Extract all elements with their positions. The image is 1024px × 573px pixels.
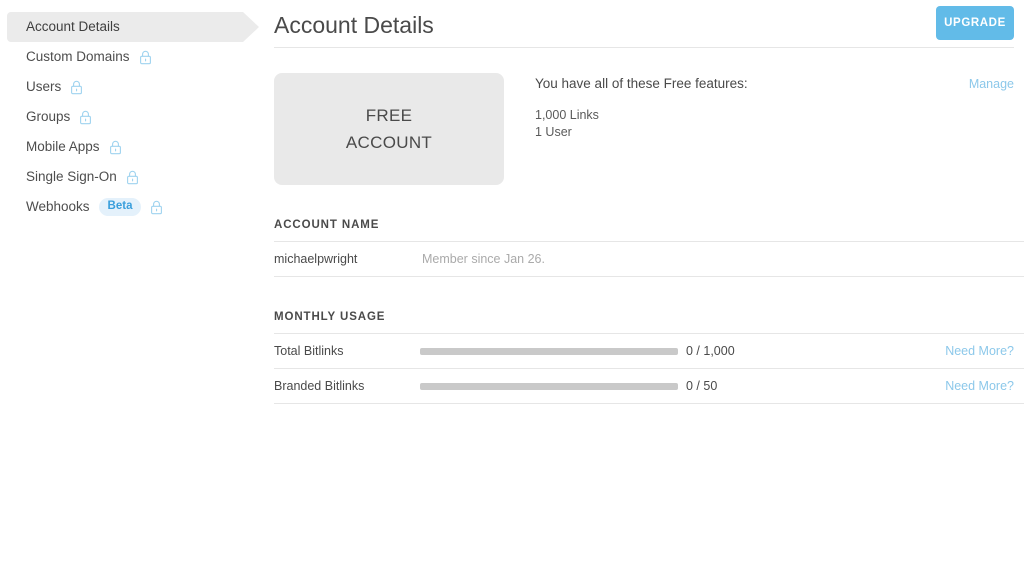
plan-card-line-1: FREE bbox=[365, 106, 413, 125]
sidebar-item-label: Mobile Apps bbox=[26, 139, 100, 155]
usage-label: Total Bitlinks bbox=[274, 344, 344, 358]
sidebar-item-groups[interactable]: Groups bbox=[0, 102, 274, 132]
account-name-row: michaelpwright Member since Jan 26. bbox=[274, 241, 1024, 277]
usage-row-total-bitlinks: Total Bitlinks 0 / 1,000 Need More? bbox=[274, 333, 1024, 368]
main-content: Account Details UPGRADE FREE ACCOUNT You… bbox=[274, 0, 1024, 573]
plan-features-heading: You have all of these Free features: bbox=[535, 76, 748, 91]
need-more-link[interactable]: Need More? bbox=[945, 344, 1014, 358]
sidebar-item-label: Webhooks bbox=[26, 199, 90, 215]
account-name-section: ACCOUNT NAME michaelpwright Member since… bbox=[274, 219, 1024, 277]
plan-feature-item: 1 User bbox=[535, 125, 572, 139]
usage-label: Branded Bitlinks bbox=[274, 379, 365, 393]
sidebar-item-label: Groups bbox=[26, 109, 71, 125]
sidebar-item-custom-domains[interactable]: Custom Domains bbox=[0, 42, 274, 72]
settings-sidebar: Account Details Custom Domains Users Gro… bbox=[0, 0, 274, 573]
plan-card-line-2: ACCOUNT bbox=[345, 133, 433, 152]
plan-feature-item: 1,000 Links bbox=[535, 108, 599, 122]
manage-link[interactable]: Manage bbox=[969, 77, 1014, 91]
usage-progress-bar bbox=[420, 382, 678, 390]
lock-icon bbox=[126, 170, 139, 185]
usage-count: 0 / 50 bbox=[686, 379, 718, 393]
plan-features-panel: You have all of these Free features: 1,0… bbox=[535, 73, 1024, 141]
usage-progress-bar bbox=[420, 347, 678, 355]
member-since-text: Member since Jan 26. bbox=[422, 252, 545, 266]
beta-badge: Beta bbox=[98, 198, 142, 216]
account-settings-page: Account Details Custom Domains Users Gro… bbox=[0, 0, 1024, 573]
page-title: Account Details bbox=[274, 12, 434, 38]
lock-icon bbox=[139, 50, 152, 65]
lock-icon bbox=[150, 200, 163, 215]
sidebar-item-mobile-apps[interactable]: Mobile Apps bbox=[0, 132, 274, 162]
sidebar-item-label: Custom Domains bbox=[26, 49, 130, 65]
page-header: Account Details UPGRADE bbox=[274, 0, 1024, 48]
sidebar-item-webhooks[interactable]: Webhooks Beta bbox=[0, 192, 274, 222]
usage-count: 0 / 1,000 bbox=[686, 344, 735, 358]
sidebar-item-label: Single Sign-On bbox=[26, 169, 117, 185]
sidebar-item-account-details[interactable]: Account Details bbox=[0, 12, 274, 42]
lock-icon bbox=[79, 110, 92, 125]
account-username: michaelpwright bbox=[274, 252, 358, 266]
sidebar-item-label: Users bbox=[26, 79, 62, 95]
need-more-link[interactable]: Need More? bbox=[945, 379, 1014, 393]
lock-icon bbox=[109, 140, 122, 155]
header-divider bbox=[274, 47, 1014, 48]
usage-row-branded-bitlinks: Branded Bitlinks 0 / 50 Need More? bbox=[274, 368, 1024, 404]
sidebar-item-single-sign-on[interactable]: Single Sign-On bbox=[0, 162, 274, 192]
section-title-account-name: ACCOUNT NAME bbox=[274, 219, 380, 231]
lock-icon bbox=[70, 80, 83, 95]
upgrade-button[interactable]: UPGRADE bbox=[936, 6, 1014, 40]
plan-features-list: 1,000 Links 1 User bbox=[535, 107, 1014, 141]
plan-card: FREE ACCOUNT bbox=[274, 73, 504, 185]
plan-summary: FREE ACCOUNT You have all of these Free … bbox=[274, 73, 1024, 185]
section-title-monthly-usage: MONTHLY USAGE bbox=[274, 311, 386, 323]
sidebar-item-users[interactable]: Users bbox=[0, 72, 274, 102]
monthly-usage-section: MONTHLY USAGE Total Bitlinks 0 / 1,000 N… bbox=[274, 311, 1024, 404]
sidebar-item-label: Account Details bbox=[26, 19, 120, 35]
